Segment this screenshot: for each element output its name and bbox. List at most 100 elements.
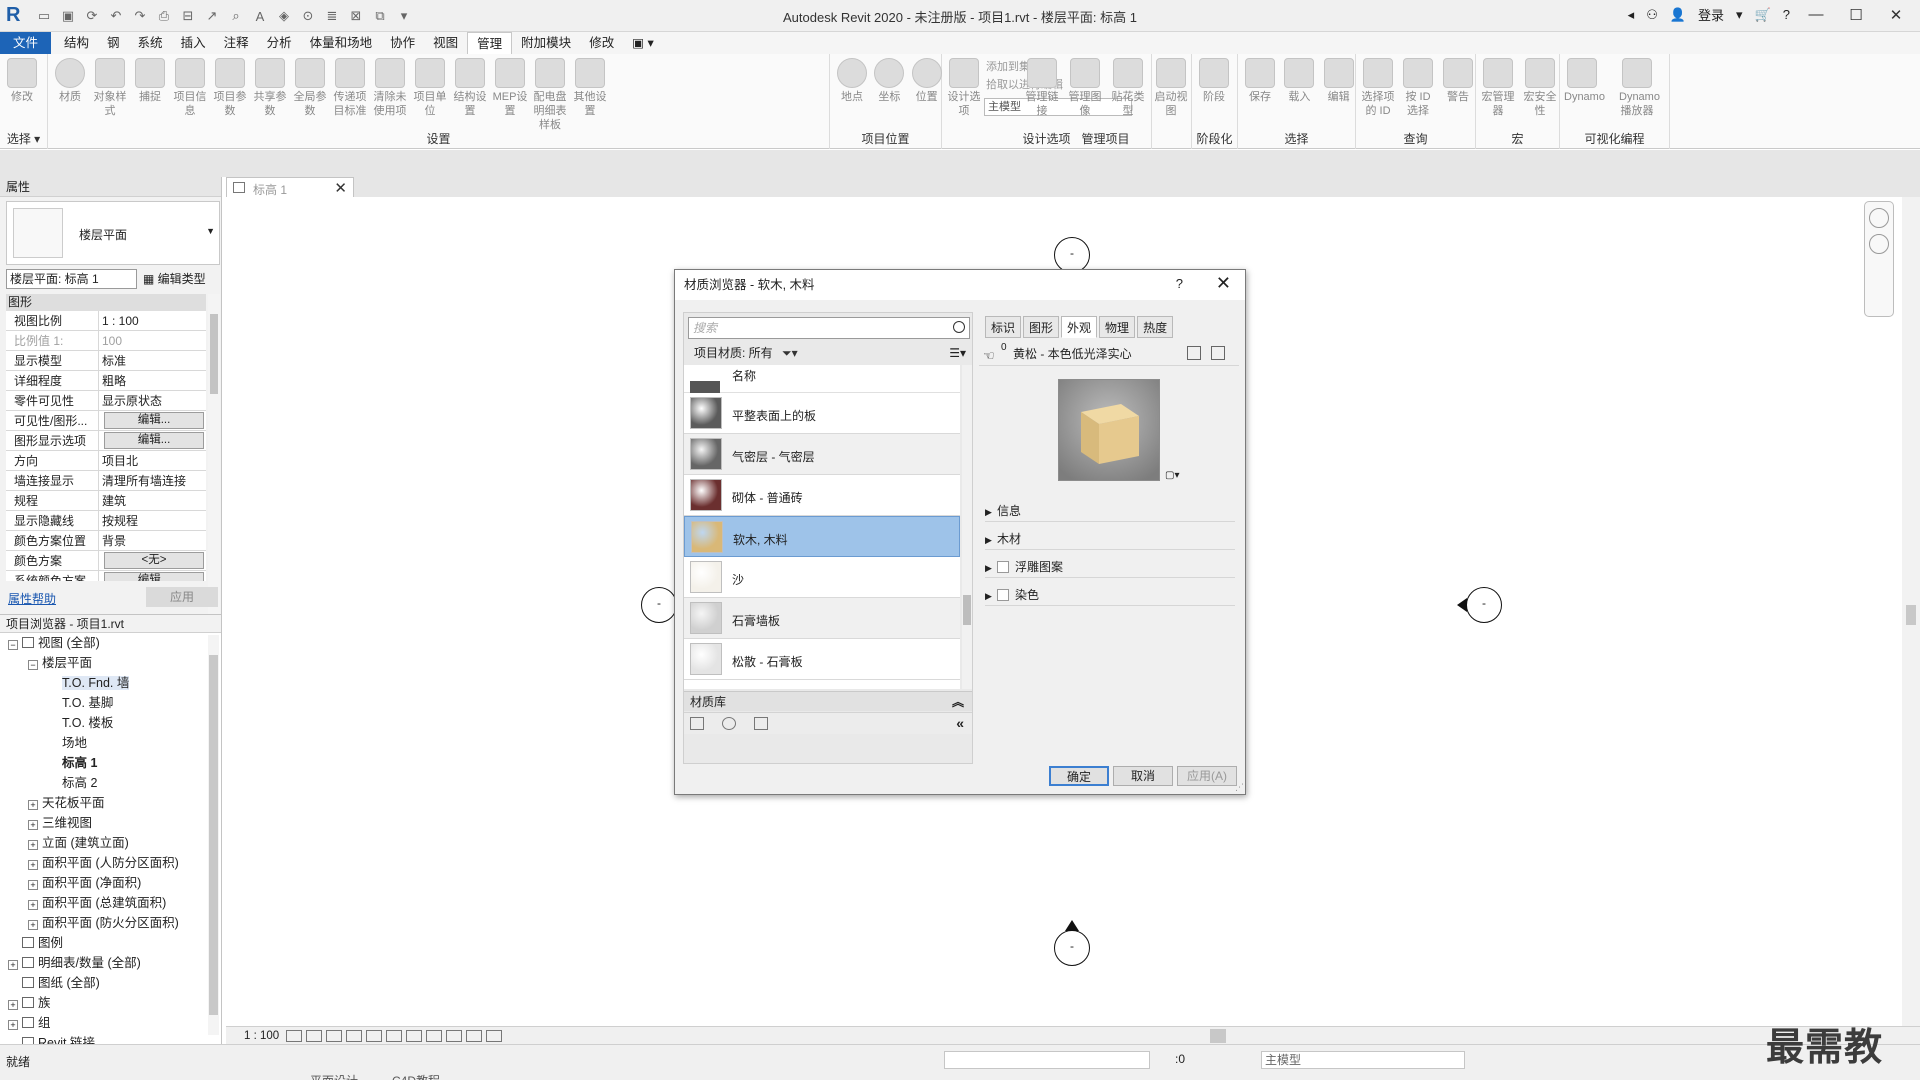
elevation-marker-south[interactable]: - xyxy=(1054,920,1090,966)
ribbon-tab[interactable]: 修改 xyxy=(580,32,623,54)
apply-button[interactable]: 应用(A) xyxy=(1177,766,1237,786)
editor-tab[interactable]: 外观 xyxy=(1061,316,1098,338)
tree-node[interactable]: + 立面 (建筑立面) xyxy=(0,833,221,853)
ribbon-button[interactable]: 传递项目标准 xyxy=(332,58,368,118)
tree-node[interactable]: + 面积平面 (总建筑面积) xyxy=(0,893,221,913)
help-button[interactable]: ? xyxy=(1783,7,1790,22)
ribbon-group-title[interactable]: 选择 ▾ xyxy=(0,130,47,147)
tree-node[interactable]: + 面积平面 (防火分区面积) xyxy=(0,913,221,933)
chevron-down-icon[interactable]: ▼ xyxy=(206,226,215,236)
ribbon-button[interactable]: 材质 xyxy=(52,58,88,104)
measure-icon[interactable]: ⊟ xyxy=(178,6,198,26)
filter-icon[interactable]: ⏷▾ xyxy=(782,346,798,360)
tree-node[interactable]: + 面积平面 (人防分区面积) xyxy=(0,853,221,873)
duplicate-asset-icon[interactable] xyxy=(1211,346,1225,360)
material-row[interactable]: 沙 xyxy=(684,557,960,598)
user-icon[interactable]: 👤 xyxy=(1670,7,1686,23)
property-value[interactable]: 清理所有墙连接 xyxy=(99,471,206,490)
expand-icon[interactable]: + xyxy=(28,800,38,810)
redo-icon[interactable]: ↷ xyxy=(130,6,150,26)
ribbon-button[interactable]: MEP设置 xyxy=(492,58,528,118)
crop-view-icon[interactable] xyxy=(366,1029,382,1042)
material-filter[interactable]: 项目材质: 所有 ⏷▾ ☰▾ xyxy=(688,343,970,363)
tree-node[interactable]: + 组 xyxy=(0,1013,221,1033)
tree-node[interactable]: 图纸 (全部) xyxy=(0,973,221,993)
text-icon[interactable]: A xyxy=(250,6,270,26)
material-row[interactable]: 气密层 - 气密层 xyxy=(684,434,960,475)
selection-filter-count[interactable]: :0 xyxy=(1175,1052,1185,1066)
material-row[interactable]: 砌体 - 普通砖 xyxy=(684,475,960,516)
ribbon-button[interactable]: 管理链接 xyxy=(1024,58,1060,118)
switch-windows-icon[interactable]: ⧉ xyxy=(370,6,390,26)
cart-icon[interactable]: 🛒 xyxy=(1755,7,1771,23)
ribbon-button[interactable]: 项目单位 xyxy=(412,58,448,118)
list-view-icon[interactable]: ☰▾ xyxy=(949,343,966,363)
elevation-marker-east[interactable]: - xyxy=(1457,587,1502,623)
binoculars-icon[interactable]: ⚇ xyxy=(1646,7,1658,23)
chevron-up-icon[interactable]: ︽ xyxy=(952,692,964,712)
view-scale[interactable]: 1 : 100 xyxy=(226,1030,286,1042)
ribbon-button[interactable]: 保存 xyxy=(1242,58,1278,104)
temporary-hide-icon[interactable] xyxy=(406,1029,422,1042)
ribbon-button[interactable]: Dynamo xyxy=(1564,58,1605,104)
expand-triangle-icon[interactable]: ▶ xyxy=(985,585,997,607)
resize-grip-icon[interactable]: ⋰ xyxy=(1235,782,1244,793)
tree-node[interactable]: 标高 2 xyxy=(0,773,221,793)
material-library-bar[interactable]: 材质库 ︽ xyxy=(684,691,972,711)
property-edit-button[interactable]: 编辑... xyxy=(104,432,204,449)
instance-selector[interactable]: 楼层平面: 标高 1 xyxy=(6,269,137,289)
ribbon-button[interactable]: 选择项的 ID xyxy=(1360,58,1396,118)
material-search-input[interactable]: 搜索 xyxy=(688,317,970,339)
replace-asset-icon[interactable] xyxy=(1187,346,1201,360)
chevron-down-icon[interactable]: ▾ xyxy=(1736,7,1743,23)
tree-node[interactable]: T.O. 楼板 xyxy=(0,713,221,733)
property-value[interactable]: 1 : 100 xyxy=(99,311,206,330)
3d-view-icon[interactable]: ◈ xyxy=(274,6,294,26)
ribbon-button[interactable]: 捕捉 xyxy=(132,58,168,104)
ribbon-tab[interactable]: ▣ ▾ xyxy=(623,32,663,54)
edit-type-button[interactable]: ▦ 编辑类型 xyxy=(143,269,206,289)
tree-node[interactable]: + 族 xyxy=(0,993,221,1013)
section-checkbox[interactable] xyxy=(997,589,1009,601)
collapse-icon[interactable]: − xyxy=(8,640,18,650)
shadows-icon[interactable] xyxy=(346,1029,362,1042)
tag-icon[interactable]: ⌕ xyxy=(226,6,246,26)
ribbon-tab[interactable]: 视图 xyxy=(424,32,467,54)
ribbon-tab[interactable]: 插入 xyxy=(172,32,215,54)
expand-icon[interactable]: + xyxy=(8,960,18,970)
properties-apply-button[interactable]: 应用 xyxy=(146,587,218,607)
properties-help-link[interactable]: 属性帮助 xyxy=(8,590,56,607)
material-row[interactable]: 平整表面上的板 xyxy=(684,393,960,434)
ribbon-button[interactable]: Dynamo 播放器 xyxy=(1619,58,1660,118)
expand-icon[interactable]: + xyxy=(28,900,38,910)
appearance-section[interactable]: ▶ 木材 xyxy=(985,528,1235,550)
property-value[interactable]: 100 xyxy=(99,331,206,350)
property-value[interactable]: 显示原状态 xyxy=(99,391,206,410)
ribbon-button[interactable]: 共享参数 xyxy=(252,58,288,118)
ribbon-tab[interactable]: 协作 xyxy=(381,32,424,54)
close-icon[interactable]: ✕ xyxy=(334,179,347,197)
highlight-displacement-icon[interactable] xyxy=(486,1029,502,1042)
ribbon-tab[interactable]: 文件 xyxy=(0,32,52,54)
material-row[interactable]: 松散 - 石膏板 xyxy=(684,639,960,680)
tree-node[interactable]: + 天花板平面 xyxy=(0,793,221,813)
property-value[interactable]: 编辑... xyxy=(99,431,206,450)
cancel-button[interactable]: 取消 xyxy=(1113,766,1173,786)
visual-style-icon[interactable] xyxy=(306,1029,322,1042)
tree-node[interactable]: T.O. 基脚 xyxy=(0,693,221,713)
browser-scrollbar[interactable] xyxy=(208,635,219,1035)
property-edit-button[interactable]: 编辑... xyxy=(104,572,204,581)
expand-icon[interactable]: + xyxy=(28,820,38,830)
reveal-hidden-icon[interactable] xyxy=(426,1029,442,1042)
property-value[interactable]: 项目北 xyxy=(99,451,206,470)
ribbon-button[interactable]: 对象样式 xyxy=(92,58,128,118)
dimension-icon[interactable]: ↗ xyxy=(202,6,222,26)
tree-node[interactable]: 场地 xyxy=(0,733,221,753)
ribbon-tab[interactable]: 注释 xyxy=(215,32,258,54)
property-value[interactable]: 按规程 xyxy=(99,511,206,530)
property-edit-button[interactable]: 编辑... xyxy=(104,412,204,429)
expand-triangle-icon[interactable]: ▶ xyxy=(985,501,997,523)
material-row[interactable]: 石膏墙板 xyxy=(684,598,960,639)
ribbon-button[interactable]: 启动视图 xyxy=(1153,58,1189,118)
scroll-thumb[interactable] xyxy=(210,314,218,394)
